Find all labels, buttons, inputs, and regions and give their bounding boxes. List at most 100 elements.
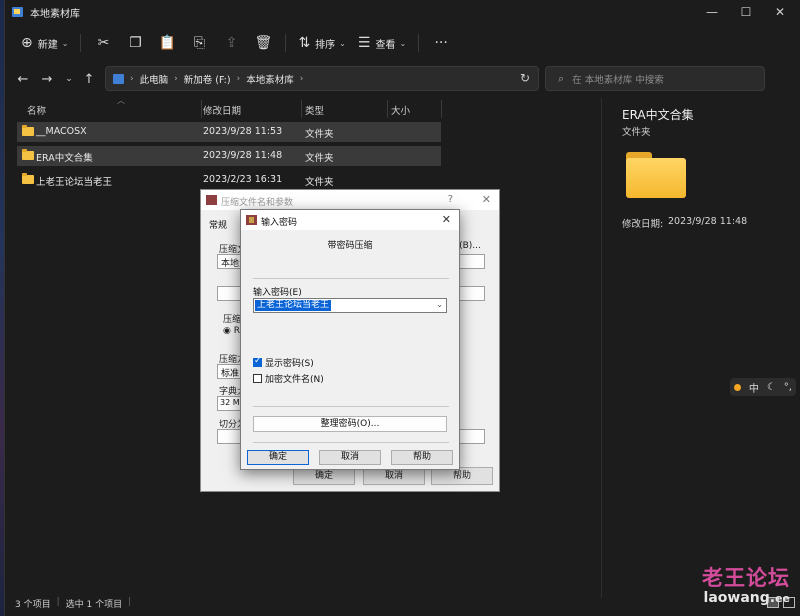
more-options-button[interactable]: ··· [425,30,457,56]
archive-format-label: 压缩 [223,315,242,325]
folder-icon [22,125,34,136]
file-row[interactable]: __MACOSX 2023/9/28 11:53 文件夹 [17,122,441,142]
password-dialog-title-bar: 输入密码 ✕ [241,210,459,230]
archive-dialog-title-bar: 压缩文件名和参数 ? ✕ [201,190,499,210]
tab-general[interactable]: 常规 [209,218,227,231]
rename-icon[interactable]: ⎘ [183,30,215,56]
window-title: 本地素材库 [30,8,80,20]
view-label: 查看 [375,39,396,51]
breadcrumb-drive[interactable]: 新加卷 (F:) › [184,72,240,86]
cut-icon[interactable]: ✂ [87,30,119,56]
password-cancel-button[interactable]: 取消 [319,450,381,465]
file-modified: 2023/9/28 11:48 [203,150,283,161]
delete-icon[interactable]: 🗑 [247,30,279,56]
status-divider: | [128,597,132,607]
breadcrumb-label: 本地素材库 [246,74,294,86]
browse-button[interactable]: (B)... [456,238,484,256]
column-divider [441,100,442,118]
selection-count: 选中 1 个项目 [65,600,123,610]
file-name: 上老王论坛当老王 [36,177,113,188]
sort-label: 排序 [315,39,336,51]
chevron-down-icon: ⌄ [61,38,69,48]
moon-icon[interactable]: ☾ [767,382,776,393]
file-type: 文件夹 [305,177,334,188]
back-arrow-icon[interactable]: ← [13,69,33,89]
winrar-icon [246,215,257,225]
cancel-label: 取消 [384,471,403,481]
password-label: 输入密码(E) [253,288,302,298]
sort-button[interactable]: ⇅ 排序 ⌄ [292,30,351,56]
ime-mode[interactable]: 中 [749,380,759,395]
password-ok-button[interactable]: 确定 [247,450,309,465]
punctuation-icon[interactable]: °, [784,382,792,393]
breadcrumb-current-folder[interactable]: 本地素材库 › [246,72,303,86]
file-modified: 2023/2/23 16:31 [203,174,283,185]
details-modified-label: 修改日期: [622,219,664,230]
file-modified: 2023/9/28 11:53 [203,126,283,137]
file-row[interactable]: 上老王论坛当老王 2023/2/23 16:31 文件夹 [17,170,441,190]
chevron-down-icon[interactable]: ⌄ [436,300,443,309]
close-icon[interactable]: ✕ [482,193,491,206]
file-list-header: ︿ 名称 修改日期 类型 大小 [17,96,447,118]
column-size[interactable]: 大小 [391,103,410,117]
sort-icon: ⇅ [298,35,311,51]
browse-label: (B)... [459,241,481,251]
file-type: 文件夹 [305,129,334,140]
up-arrow-icon[interactable]: ↑ [79,69,99,89]
chevron-right-icon: › [236,73,241,84]
encrypt-filenames-checkbox[interactable]: 加密文件名(N) [253,372,324,385]
chevron-right-icon: › [299,73,304,84]
view-button[interactable]: ☰ 查看 ⌄ [352,30,412,56]
column-divider [201,100,202,118]
file-row[interactable]: ERA中文合集 2023/9/28 11:48 文件夹 [17,146,441,166]
breadcrumb-label: 此电脑 [139,74,169,86]
column-name[interactable]: 名称 [27,103,46,117]
help-question-icon[interactable]: ? [448,194,453,205]
organize-passwords-button[interactable]: 整理密码(O)... [253,416,447,432]
password-field[interactable]: 上老王论坛当老王 ⌄ [253,298,447,313]
new-button[interactable]: ⊕ 新建 ⌄ [15,30,74,56]
forward-arrow-icon[interactable]: → [37,69,57,89]
watermark-domain-name: laowang. [703,590,776,606]
encrypt-filenames-label: 加密文件名(N) [265,375,324,385]
search-icon: ⌕ [558,71,565,85]
column-type[interactable]: 类型 [305,103,324,117]
breadcrumb-this-pc[interactable]: 此电脑 › [140,72,178,86]
column-divider [387,100,388,118]
divider [253,406,449,407]
address-bar[interactable]: › 此电脑 › 新加卷 (F:) › 本地素材库 › ↻ [105,66,539,91]
close-icon[interactable]: ✕ [442,213,451,226]
copy-icon[interactable]: ❐ [119,30,151,56]
details-modified-value: 2023/9/28 11:48 [668,216,748,227]
folder-icon [22,149,34,160]
maximize-button[interactable]: ☐ [730,0,762,24]
close-button[interactable]: ✕ [764,0,796,24]
share-icon[interactable]: ⇪ [215,30,247,56]
refresh-icon[interactable]: ↻ [520,71,530,85]
command-bar: ⊕ 新建 ⌄ ✂ ❐ 📋 ⎘ ⇪ 🗑 ⇅ 排序 ⌄ ☰ 查看 ⌄ ··· [5,28,800,58]
breadcrumb-label: 新加卷 (F:) [183,74,231,86]
divider [253,442,449,443]
ime-logo-icon [733,383,741,391]
minimize-button[interactable]: — [696,0,728,24]
paste-icon[interactable]: 📋 [151,30,183,56]
show-password-label: 显示密码(S) [265,359,314,369]
show-password-checkbox[interactable]: 显示密码(S) [253,356,314,369]
recent-locations-chevron-icon[interactable]: ⌄ [59,69,79,89]
details-item-name: ERA中文合集 [622,108,694,122]
toolbar-divider [285,34,287,52]
ok-label: 确定 [314,471,333,481]
sort-up-icon: ︿ [117,96,125,105]
divider [253,278,449,279]
ime-toolbar[interactable]: 中 ☾ °, [730,378,796,396]
password-help-button[interactable]: 帮助 [391,450,453,465]
password-dialog: 输入密码 ✕ 带密码压缩 输入密码(E) 上老王论坛当老王 ⌄ 显示密码(S) … [240,209,460,470]
site-watermark: 老王论坛 laowang.ee [702,562,790,606]
search-placeholder: 在 本地素材库 中搜索 [572,74,664,86]
toolbar-divider [80,34,82,52]
pc-icon [113,73,124,84]
password-dialog-title: 输入密码 [261,218,298,228]
search-box[interactable]: ⌕ 在 本地素材库 中搜索 [545,66,765,91]
toolbar-divider [418,34,420,52]
column-modified[interactable]: 修改日期 [203,103,241,117]
